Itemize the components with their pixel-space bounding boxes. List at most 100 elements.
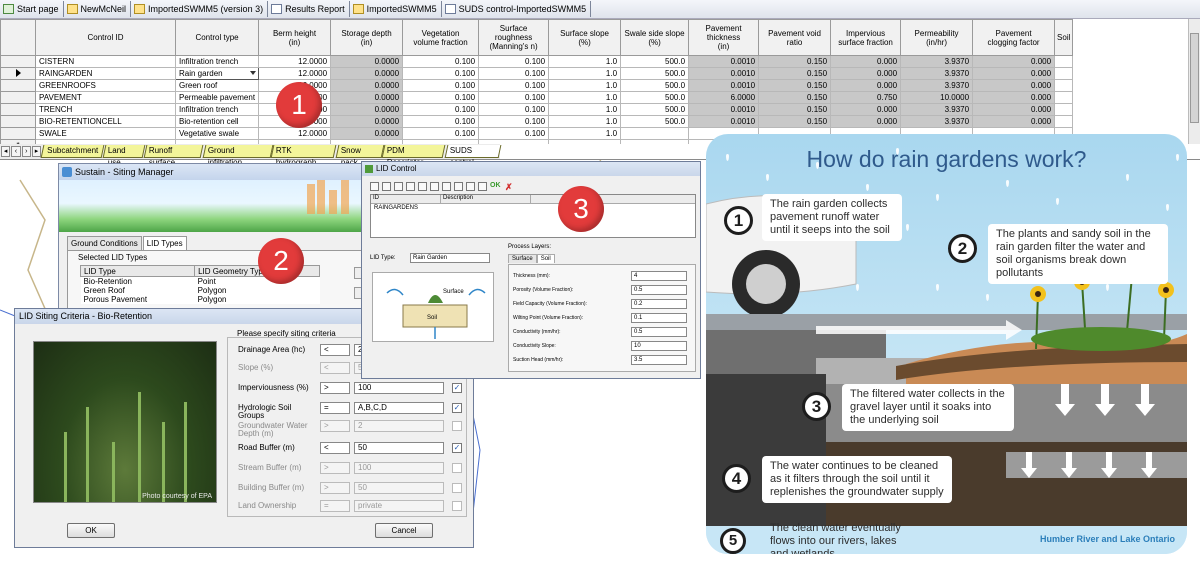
grid-cell[interactable]: 0.150 (758, 115, 832, 128)
delete-icon[interactable] (454, 182, 463, 191)
column-header[interactable]: Surface slope (%) (548, 19, 622, 56)
grid-cell[interactable]: 12.0000 (258, 55, 332, 68)
sheet-tab-subcatchment[interactable]: Subcatchment (40, 145, 105, 158)
criteria-value-input[interactable]: private (354, 500, 444, 512)
operator-select[interactable]: > (320, 420, 350, 432)
first-sheet-button[interactable]: ◂ (1, 146, 11, 157)
grid-cell[interactable]: 0.100 (402, 103, 480, 116)
grid-cell[interactable]: 0.100 (402, 79, 480, 92)
tab-ground-conditions[interactable]: Ground Conditions (67, 236, 142, 250)
grid-cell[interactable]: 0.0010 (688, 55, 760, 68)
grid-cell[interactable]: 1.0 (548, 67, 622, 80)
scrollbar-thumb[interactable] (1190, 33, 1199, 123)
parameter-input[interactable]: 10 (631, 341, 687, 351)
grid-cell[interactable]: Permeable pavement (174, 91, 260, 104)
tab-surface[interactable]: Surface (508, 254, 537, 263)
grid-cell[interactable]: 3.9370 (900, 79, 974, 92)
grid-cell[interactable]: 0.000 (830, 67, 902, 80)
grid-cell[interactable]: 0.0000 (330, 91, 404, 104)
operator-select[interactable]: > (320, 482, 350, 494)
criteria-value-input[interactable]: 100 (354, 462, 444, 474)
sheet-tab-suds-control[interactable]: SUDS control (444, 145, 502, 167)
operator-select[interactable]: > (320, 382, 350, 394)
grid-cell[interactable]: 500.0 (620, 103, 690, 116)
grid-cell[interactable]: Bio-retention cell (174, 115, 260, 128)
row-selector[interactable] (0, 55, 36, 68)
list-item[interactable]: RAINGARDENS (371, 204, 695, 213)
grid-cell[interactable]: 12.0000 (258, 127, 332, 140)
grid-cell[interactable]: 0.0000 (330, 127, 404, 140)
grid-cell[interactable]: 0.000 (972, 103, 1056, 116)
grid-cell[interactable]: PAVEMENT (35, 91, 176, 104)
grid-cell[interactable]: 0.150 (758, 103, 832, 116)
table-row[interactable]: Porous Pavement Polygon (80, 295, 320, 304)
table-row[interactable]: Green Roof Polygon (80, 286, 320, 295)
column-header[interactable]: Swale side slope (%) (620, 19, 690, 56)
new-icon[interactable] (370, 182, 379, 191)
grid-cell[interactable]: 0.000 (972, 79, 1056, 92)
grid-cell[interactable]: 0.000 (972, 67, 1056, 80)
grid-cell[interactable]: 0.000 (830, 103, 902, 116)
parameter-input[interactable]: 0.5 (631, 327, 687, 337)
tab-soil[interactable]: Soil (536, 254, 555, 263)
grid-cell[interactable]: 0.0010 (688, 67, 760, 80)
parameter-input[interactable]: 4 (631, 271, 687, 281)
grid-cell[interactable] (620, 139, 690, 144)
tab-suds-control[interactable]: SUDS control-ImportedSWMM5 (442, 1, 592, 17)
grid-cell[interactable]: 500.0 (620, 67, 690, 80)
grid-cell[interactable]: 0.150 (758, 67, 832, 80)
grid-cell[interactable]: Vegetative swale (174, 127, 260, 140)
column-header[interactable]: Pavement thickness (in) (688, 19, 760, 56)
grid-cell[interactable]: BIO-RETENTIONCELL (35, 115, 176, 128)
grid-cell[interactable]: 0.000 (972, 55, 1056, 68)
siting-manager-titlebar[interactable]: Sustain - Siting Manager (59, 164, 379, 180)
grid-cell[interactable]: 0.100 (478, 91, 550, 104)
grid-cell[interactable]: Infiltration trench (174, 55, 260, 68)
grid-cell[interactable]: 0.100 (402, 55, 480, 68)
grid-cell[interactable]: 0.100 (478, 115, 550, 128)
grid-cell[interactable]: 0.750 (830, 91, 902, 104)
criteria-checkbox[interactable] (452, 483, 462, 493)
tab-results-report[interactable]: Results Report (268, 1, 350, 17)
column-header[interactable]: Vegetation volume fraction (402, 19, 480, 56)
grid-cell[interactable]: 1.0 (548, 91, 622, 104)
grid-cell[interactable]: 1.0 (548, 79, 622, 92)
sheet-tab-ground-infiltration[interactable]: Ground infiltration (202, 145, 273, 167)
edit-icon[interactable] (430, 182, 439, 191)
sheet-tab-snow-pack[interactable]: Snow pack (335, 145, 384, 167)
grid-cell[interactable]: 3.9370 (900, 67, 974, 80)
grid-cell[interactable]: 0.000 (972, 115, 1056, 128)
grid-cell[interactable]: 0.100 (402, 67, 480, 80)
column-header[interactable]: Control type (174, 19, 260, 56)
grid-cell[interactable]: 0.0000 (330, 115, 404, 128)
table-row[interactable]: CISTERN Infiltration trench 12.0000 0.0000 0… (0, 55, 1074, 68)
criteria-checkbox[interactable] (452, 421, 462, 431)
cancel-icon[interactable]: ✗ (505, 182, 514, 192)
last-sheet-button[interactable]: ▸ (31, 146, 42, 157)
sheet-tab-land-use[interactable]: Land use (102, 145, 146, 167)
sheet-tab-rtk-hydrograph[interactable]: RTK hydrograph (270, 145, 338, 167)
grid-cell[interactable]: 0.000 (830, 79, 902, 92)
criteria-checkbox[interactable]: ✓ (452, 443, 462, 453)
grid-cell[interactable]: 500.0 (620, 79, 690, 92)
tab-lid-types[interactable]: LID Types (142, 236, 187, 250)
parameter-input[interactable]: 3.5 (631, 355, 687, 365)
grid-cell[interactable]: 0.0000 (330, 79, 404, 92)
table-row[interactable]: RAINGARDEN Rain garden 12.0000 0.0000 0.100 0… (0, 67, 1074, 80)
grid-cell[interactable]: 12.0000 (258, 67, 332, 80)
grid-cell[interactable]: 3.9370 (900, 103, 974, 116)
vertical-scrollbar[interactable] (1188, 19, 1200, 144)
criteria-value-input[interactable]: 2 (354, 420, 444, 432)
grid-cell[interactable]: CISTERN (35, 55, 176, 68)
lid-type-select[interactable]: Rain Garden (410, 253, 490, 263)
grid-cell[interactable]: 1.0 (548, 115, 622, 128)
column-header[interactable]: Berm height (in) (258, 19, 332, 56)
column-header[interactable]: Pavement void ratio (758, 19, 832, 56)
criteria-checkbox[interactable] (452, 463, 462, 473)
tab-imported-v3[interactable]: ImportedSWMM5 (version 3) (131, 1, 269, 17)
criteria-value-input[interactable]: 50 (354, 442, 444, 454)
chevron-down-icon[interactable] (250, 71, 257, 75)
grid-cell[interactable]: Rain garden (174, 67, 260, 80)
table-row[interactable]: GREENROOFSGreen roof12.00000.00000.1000.… (0, 79, 1074, 92)
grid-cell[interactable]: 0.100 (478, 55, 550, 68)
